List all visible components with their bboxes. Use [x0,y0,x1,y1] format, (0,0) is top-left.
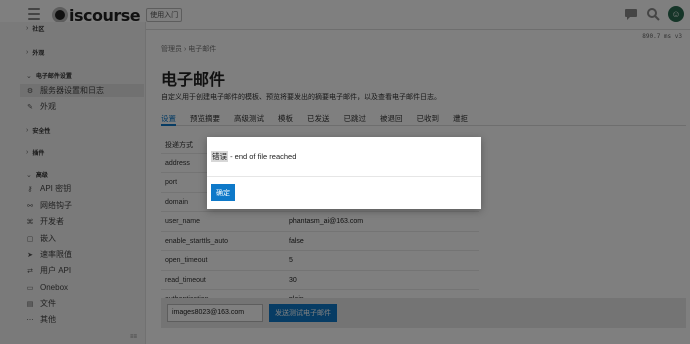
modal-divider [207,176,481,177]
ok-button[interactable]: 确定 [211,184,235,201]
error-dialog: 错误 - end of file reached 确定 [207,137,481,209]
error-message: 错误 - end of file reached [211,151,296,162]
error-label: 错误 [211,151,228,162]
error-text: - end of file reached [228,152,297,161]
version-label: 890.7 ms v3 [642,33,682,40]
